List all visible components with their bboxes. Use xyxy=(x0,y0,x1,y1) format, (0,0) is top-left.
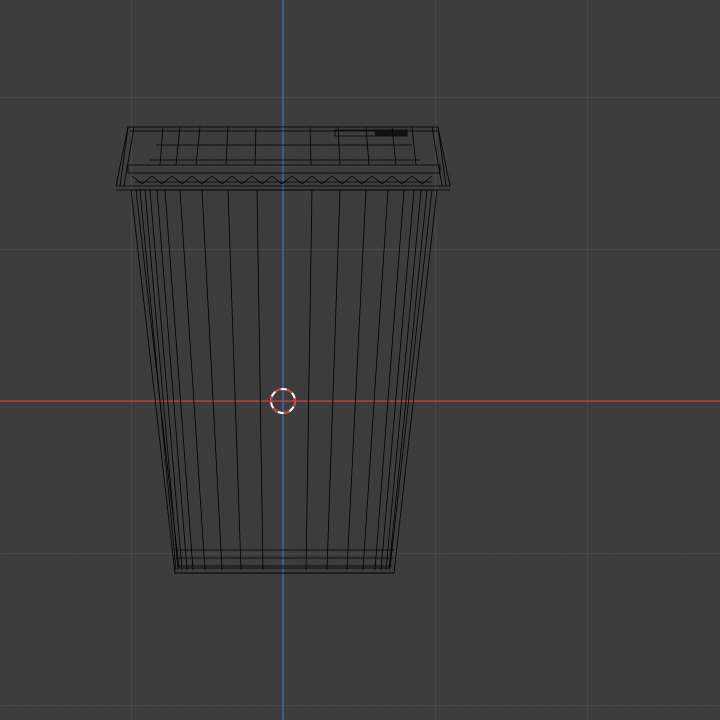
lid-sip-hole xyxy=(375,130,407,136)
3d-viewport[interactable] xyxy=(0,0,720,720)
lid-lower-band xyxy=(127,164,441,174)
lid-side-l1 xyxy=(119,126,129,187)
lid-zigzag xyxy=(131,175,433,185)
lid-side-l2 xyxy=(123,126,135,187)
cup-body-inner-outline xyxy=(135,189,433,569)
lid-side-r2 xyxy=(431,126,443,187)
viewport-scene xyxy=(0,0,720,720)
lid-side-r1 xyxy=(437,126,447,187)
